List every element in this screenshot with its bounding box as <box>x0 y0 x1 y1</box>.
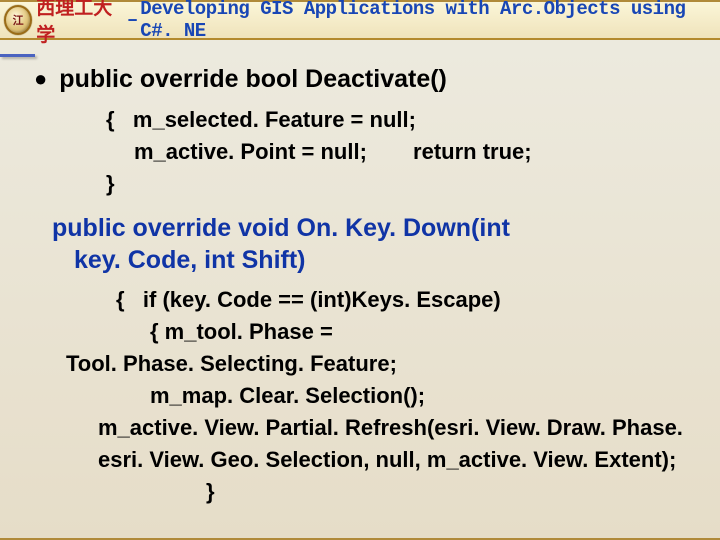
deactivate-body: { m_selected. Feature = null; m_active. … <box>34 104 698 200</box>
university-logo: 江 <box>4 5 32 35</box>
code-fragment: m_active. Point = null; <box>106 139 367 164</box>
code-line: } <box>66 476 698 508</box>
course-title: Developing GIS Applications with Arc.Obj… <box>140 0 720 42</box>
code-line: m_map. Clear. Selection(); <box>66 380 698 412</box>
code-line: { m_selected. Feature = null; <box>106 104 698 136</box>
deactivate-signature: public override bool Deactivate() <box>59 64 447 94</box>
sig-line: key. Code, int Shift) <box>52 244 698 276</box>
university-name: 西理工大学 <box>36 0 125 47</box>
code-line: Tool. Phase. Selecting. Feature; <box>66 348 698 380</box>
slide-content: ● public override bool Deactivate() { m_… <box>0 40 720 508</box>
code-line: } <box>106 168 698 200</box>
code-line: { m_tool. Phase = <box>66 316 698 348</box>
bullet-icon: ● <box>34 64 47 94</box>
accent-line <box>0 54 35 57</box>
code-line: esri. View. Geo. Selection, null, m_acti… <box>66 444 698 476</box>
code-line: { if (key. Code == (int)Keys. Escape) <box>66 284 698 316</box>
method-deactivate-heading: ● public override bool Deactivate() <box>34 64 698 94</box>
code-fragment: return true; <box>373 139 532 164</box>
code-line: m_active. Point = null; return true; <box>106 136 698 168</box>
onkeydown-body: { if (key. Code == (int)Keys. Escape) { … <box>34 284 698 508</box>
slide: 江 西理工大学 – Developing GIS Applications wi… <box>0 0 720 540</box>
logo-glyph: 江 <box>13 12 24 28</box>
code-line: m_active. View. Partial. Refresh(esri. V… <box>66 412 698 444</box>
sig-line: public override void On. Key. Down(int <box>52 212 698 244</box>
slide-header: 江 西理工大学 – Developing GIS Applications wi… <box>0 2 720 40</box>
onkeydown-signature: public override void On. Key. Down(int k… <box>34 212 698 276</box>
header-separator: – <box>127 9 138 31</box>
